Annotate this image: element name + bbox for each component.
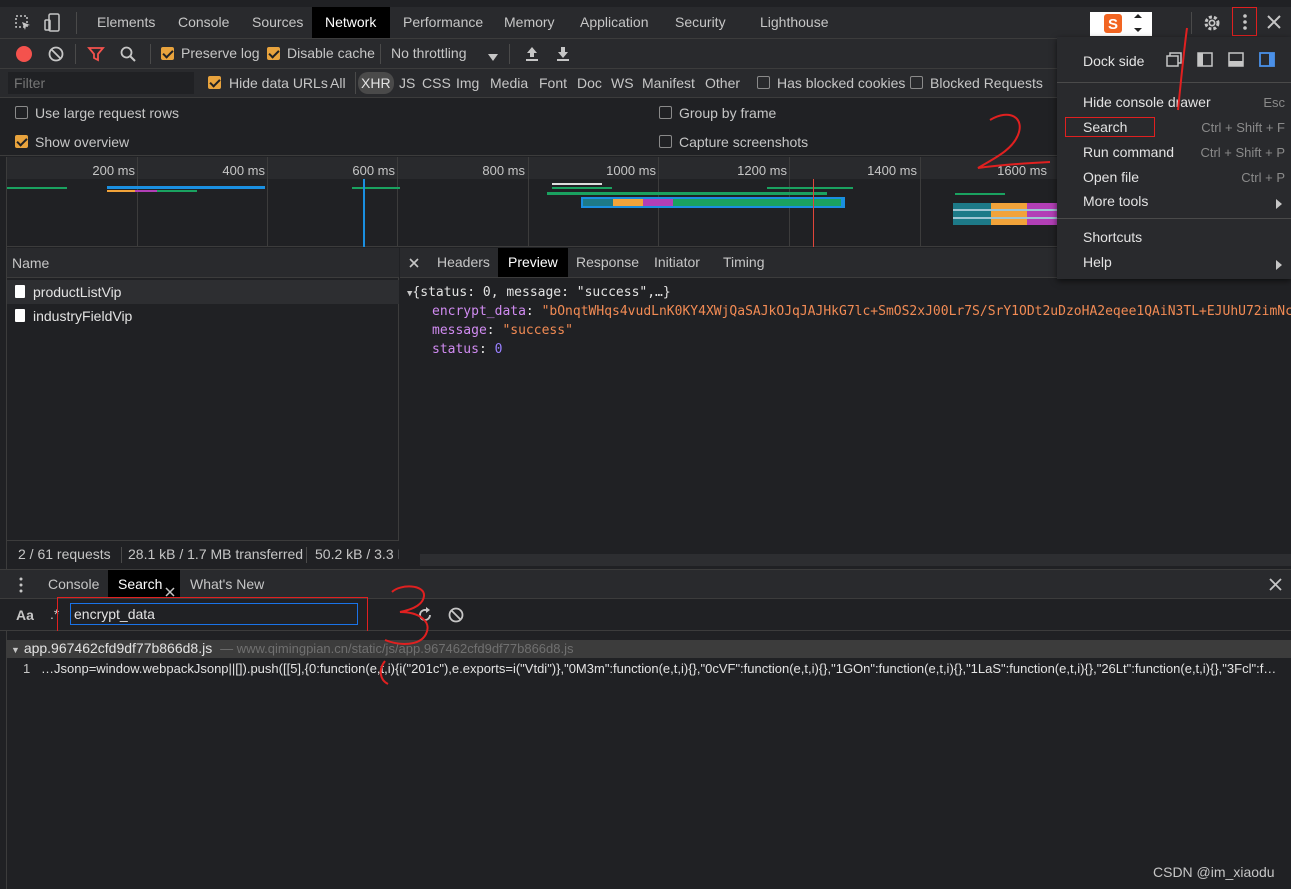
annotation-number-3 [384, 585, 429, 645]
annotation-number-2 [977, 113, 1051, 169]
annotation-number-1 [1177, 27, 1188, 111]
annotation-underline [379, 660, 389, 685]
annotation-marks [379, 27, 1188, 685]
watermark: CSDN @im_xiaodu [1153, 864, 1275, 880]
